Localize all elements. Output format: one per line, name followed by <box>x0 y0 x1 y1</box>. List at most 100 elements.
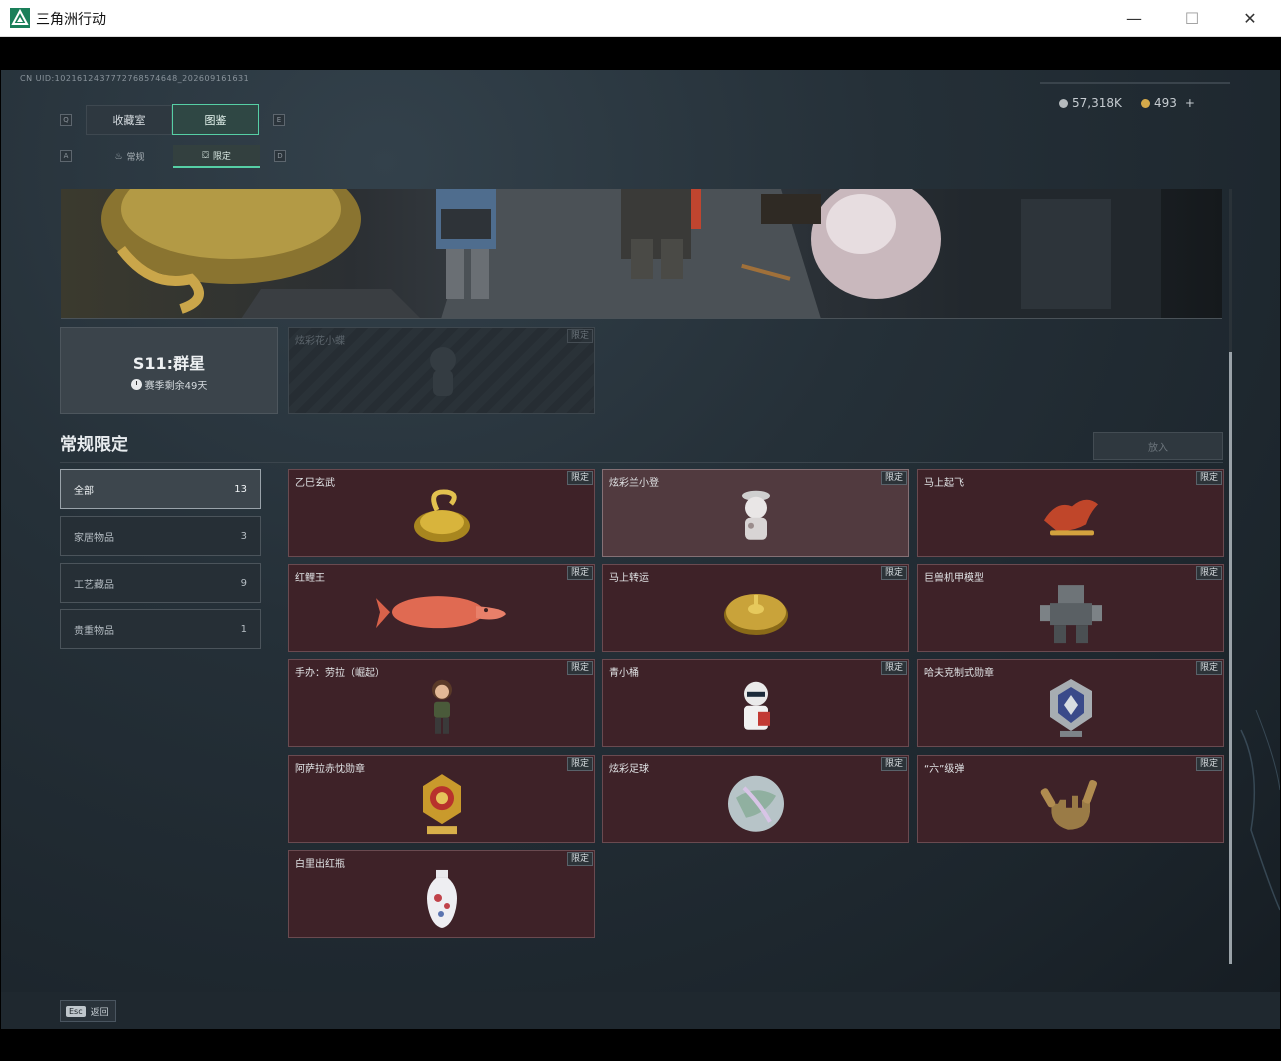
item-name: 炫彩兰小登 <box>609 478 659 489</box>
koi-fish-icon <box>375 596 506 629</box>
item-card[interactable]: “六”级弹 限定 <box>917 755 1224 843</box>
item-name: 马上转运 <box>609 573 649 584</box>
esc-key-hint: Esc <box>66 1005 86 1017</box>
figurine-icon <box>741 490 770 540</box>
limited-badge: 限定 <box>566 757 593 771</box>
scrollbar-thumb[interactable] <box>1229 352 1232 964</box>
item-card[interactable]: 炫彩兰小登 限定 <box>602 469 909 557</box>
item-card[interactable]: 青小桶 限定 <box>602 659 909 747</box>
item-name: 巨兽机甲模型 <box>924 573 984 584</box>
limited-badge: 限定 <box>566 852 593 866</box>
item-card[interactable]: 乙巳玄武 限定 <box>288 469 595 557</box>
category-label: 家居物品 <box>74 532 114 544</box>
limited-icon: ⛋ <box>202 150 209 161</box>
silver-coin-icon <box>1059 98 1068 108</box>
item-name: 白里出红瓶 <box>295 859 345 870</box>
key-hint-q: Q <box>60 114 72 126</box>
subtab-regular-label: 常规 <box>126 153 145 163</box>
window-title: 三角洲行动 <box>36 12 106 28</box>
season-card: S11:群星 赛季剩余49天 <box>60 327 278 414</box>
football-icon <box>727 775 784 832</box>
regular-icon: ♨ <box>114 151 123 162</box>
item-card[interactable]: 哈夫克制式勋章 限定 <box>917 659 1224 747</box>
limited-badge: 限定 <box>1195 566 1222 580</box>
golden-disc-icon <box>723 594 788 635</box>
back-button[interactable]: Esc 返回 <box>60 1000 116 1022</box>
tab-catalog[interactable]: 图鉴 <box>172 104 259 135</box>
porcelain-vase-icon <box>426 869 457 928</box>
bottom-bar <box>1 992 1280 1029</box>
gold-amount: 493 <box>1154 96 1177 110</box>
gold-medal-icon <box>422 774 461 835</box>
item-name: 手办：劳拉（崛起） <box>295 668 385 679</box>
window-titlebar: 三角洲行动 — ☐ ✕ <box>0 0 1281 37</box>
hand-sign-icon <box>1040 780 1097 830</box>
limited-badge: 限定 <box>880 661 907 675</box>
mech-model-icon <box>1039 585 1102 644</box>
item-name: 红鲤王 <box>295 573 325 584</box>
maximize-button[interactable]: ☐ <box>1163 0 1221 37</box>
silver-currency: 57,318K <box>1059 96 1122 110</box>
add-gold-button[interactable]: + <box>1185 96 1195 110</box>
subtab-regular[interactable]: ♨ 常规 <box>86 145 173 168</box>
item-card[interactable]: 白里出红瓶 限定 <box>288 850 595 938</box>
category-home[interactable]: 家居物品 3 <box>60 516 261 556</box>
limited-badge: 限定 <box>1195 471 1222 485</box>
silver-amount: 57,318K <box>1072 96 1122 110</box>
limited-badge: 限定 <box>880 757 907 771</box>
item-name: 炫彩足球 <box>609 764 649 775</box>
locked-item-card[interactable]: 炫彩花小蝶 限定 <box>288 327 595 414</box>
category-valuables[interactable]: 贵重物品 1 <box>60 609 261 649</box>
item-name: 哈夫克制式勋章 <box>924 668 994 679</box>
limited-badge: 限定 <box>1195 757 1222 771</box>
item-card[interactable]: 红鲤王 限定 <box>288 564 595 652</box>
key-hint-e: E <box>273 114 285 126</box>
lara-figure-icon <box>431 679 452 734</box>
item-card[interactable]: 阿萨拉赤忱勋章 限定 <box>288 755 595 843</box>
item-card[interactable]: 马上起飞 限定 <box>917 469 1224 557</box>
gold-currency: 493 + <box>1141 96 1195 110</box>
player-uid: CN UID:1021612437772768574648_2026091616… <box>20 74 250 83</box>
locked-silhouette-icon <box>430 347 456 396</box>
key-hint-a: A <box>60 150 72 162</box>
category-count: 1 <box>240 623 247 635</box>
category-count: 13 <box>234 483 247 495</box>
limited-badge: 限定 <box>1195 661 1222 675</box>
tab-collection-room[interactable]: 收藏室 <box>86 105 172 135</box>
app-logo-icon <box>10 8 30 28</box>
limited-badge: 限定 <box>566 661 593 675</box>
golden-turtle-icon <box>413 489 470 543</box>
minimize-button[interactable]: — <box>1105 0 1163 37</box>
top-divider <box>1040 82 1230 84</box>
bucket-figure-icon <box>743 681 770 730</box>
item-name: 阿萨拉赤忱勋章 <box>295 764 365 775</box>
red-horse-icon <box>1043 499 1098 536</box>
section-title: 常规限定 <box>60 435 128 455</box>
key-hint-d: D <box>274 150 286 162</box>
item-card[interactable]: 巨兽机甲模型 限定 <box>917 564 1224 652</box>
place-button[interactable]: 放入 <box>1093 432 1223 460</box>
category-count: 3 <box>240 530 247 542</box>
item-card[interactable]: 手办：劳拉（崛起） 限定 <box>288 659 595 747</box>
category-count: 9 <box>240 577 247 589</box>
medal-icon <box>1049 678 1092 737</box>
item-card[interactable]: 炫彩足球 限定 <box>602 755 909 843</box>
section-divider <box>60 462 1223 463</box>
limited-badge: 限定 <box>566 329 593 343</box>
season-banner-image <box>61 189 1222 319</box>
category-label: 全部 <box>74 485 94 497</box>
subtab-limited[interactable]: ⛋ 限定 <box>173 145 260 168</box>
locked-item-name: 炫彩花小蝶 <box>295 336 345 347</box>
item-name: “六”级弹 <box>924 764 965 775</box>
limited-badge: 限定 <box>566 566 593 580</box>
item-name: 青小桶 <box>609 668 639 679</box>
season-title: S11:群星 <box>132 353 206 373</box>
category-crafts[interactable]: 工艺藏品 9 <box>60 563 261 603</box>
limited-badge: 限定 <box>880 566 907 580</box>
category-label: 工艺藏品 <box>74 579 114 591</box>
limited-badge: 限定 <box>566 471 593 485</box>
item-card[interactable]: 马上转运 限定 <box>602 564 909 652</box>
category-all[interactable]: 全部 13 <box>60 469 261 509</box>
category-label: 贵重物品 <box>74 625 114 637</box>
close-button[interactable]: ✕ <box>1221 0 1279 37</box>
